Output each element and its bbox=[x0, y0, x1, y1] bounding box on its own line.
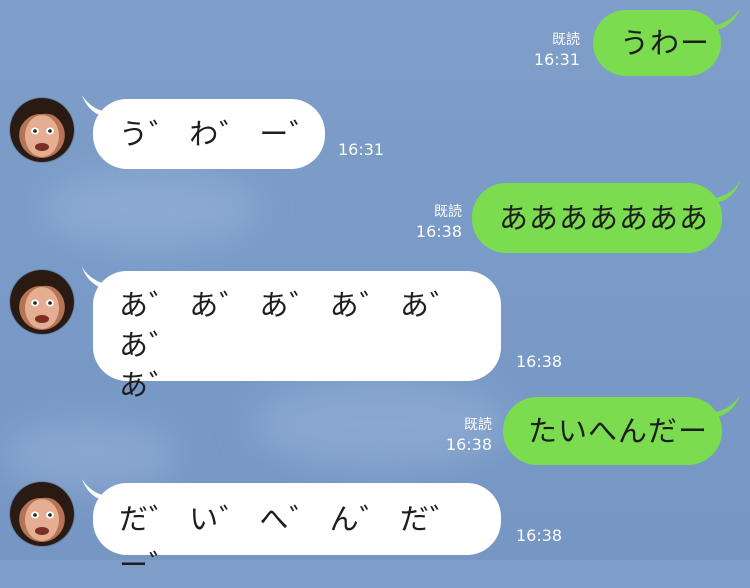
incoming-message-bubble[interactable]: う゛ わ゛ ー゛ bbox=[93, 99, 325, 169]
message-text-line: あ゛ bbox=[119, 368, 180, 402]
message-meta: 既読 16:31 bbox=[520, 30, 580, 70]
bubble-tail bbox=[712, 8, 740, 30]
bubble-tail bbox=[712, 181, 740, 203]
message-time: 16:31 bbox=[533, 50, 580, 69]
avatar-face-icon bbox=[20, 276, 66, 329]
message-time: 16:38 bbox=[445, 435, 492, 454]
message-meta: 既読 16:38 bbox=[400, 202, 462, 242]
message-text: うわー bbox=[620, 26, 711, 60]
sender-avatar[interactable] bbox=[10, 98, 74, 162]
message-time: 16:31 bbox=[338, 140, 385, 159]
avatar-face-icon bbox=[20, 104, 66, 157]
incoming-message-bubble[interactable]: だ゛ い゛ へ゛ ん゛ だ゛ ー゛ bbox=[93, 483, 501, 582]
message-time: 16:38 bbox=[516, 352, 563, 371]
background-cloud bbox=[40, 170, 260, 250]
message-text: う゛ わ゛ ー゛ bbox=[119, 117, 320, 151]
read-receipt: 既読 bbox=[464, 417, 492, 433]
incoming-message-bubble[interactable]: あ゛ あ゛ あ゛ あ゛ あ゛ あ゛ あ゛ bbox=[93, 271, 501, 402]
avatar-face-icon bbox=[20, 488, 66, 541]
message-time: 16:38 bbox=[415, 222, 462, 241]
read-receipt: 既読 bbox=[434, 204, 462, 220]
message-time: 16:38 bbox=[516, 526, 563, 545]
outgoing-message-bubble[interactable]: たいへんだー bbox=[503, 397, 722, 465]
message-text: あああああああ bbox=[499, 201, 710, 235]
bubble-tail bbox=[712, 395, 740, 417]
sender-avatar[interactable] bbox=[10, 270, 74, 334]
message-meta: 既読 16:38 bbox=[430, 415, 492, 455]
message-text-line: あ゛ あ゛ あ゛ あ゛ あ゛ あ゛ bbox=[119, 288, 460, 362]
message-text: たいへんだー bbox=[528, 414, 709, 448]
read-receipt: 既読 bbox=[552, 32, 580, 48]
outgoing-message-bubble[interactable]: うわー bbox=[593, 10, 721, 76]
sender-avatar[interactable] bbox=[10, 482, 74, 546]
outgoing-message-bubble[interactable]: あああああああ bbox=[472, 183, 722, 253]
message-text: だ゛ い゛ へ゛ ん゛ だ゛ ー゛ bbox=[119, 502, 460, 582]
